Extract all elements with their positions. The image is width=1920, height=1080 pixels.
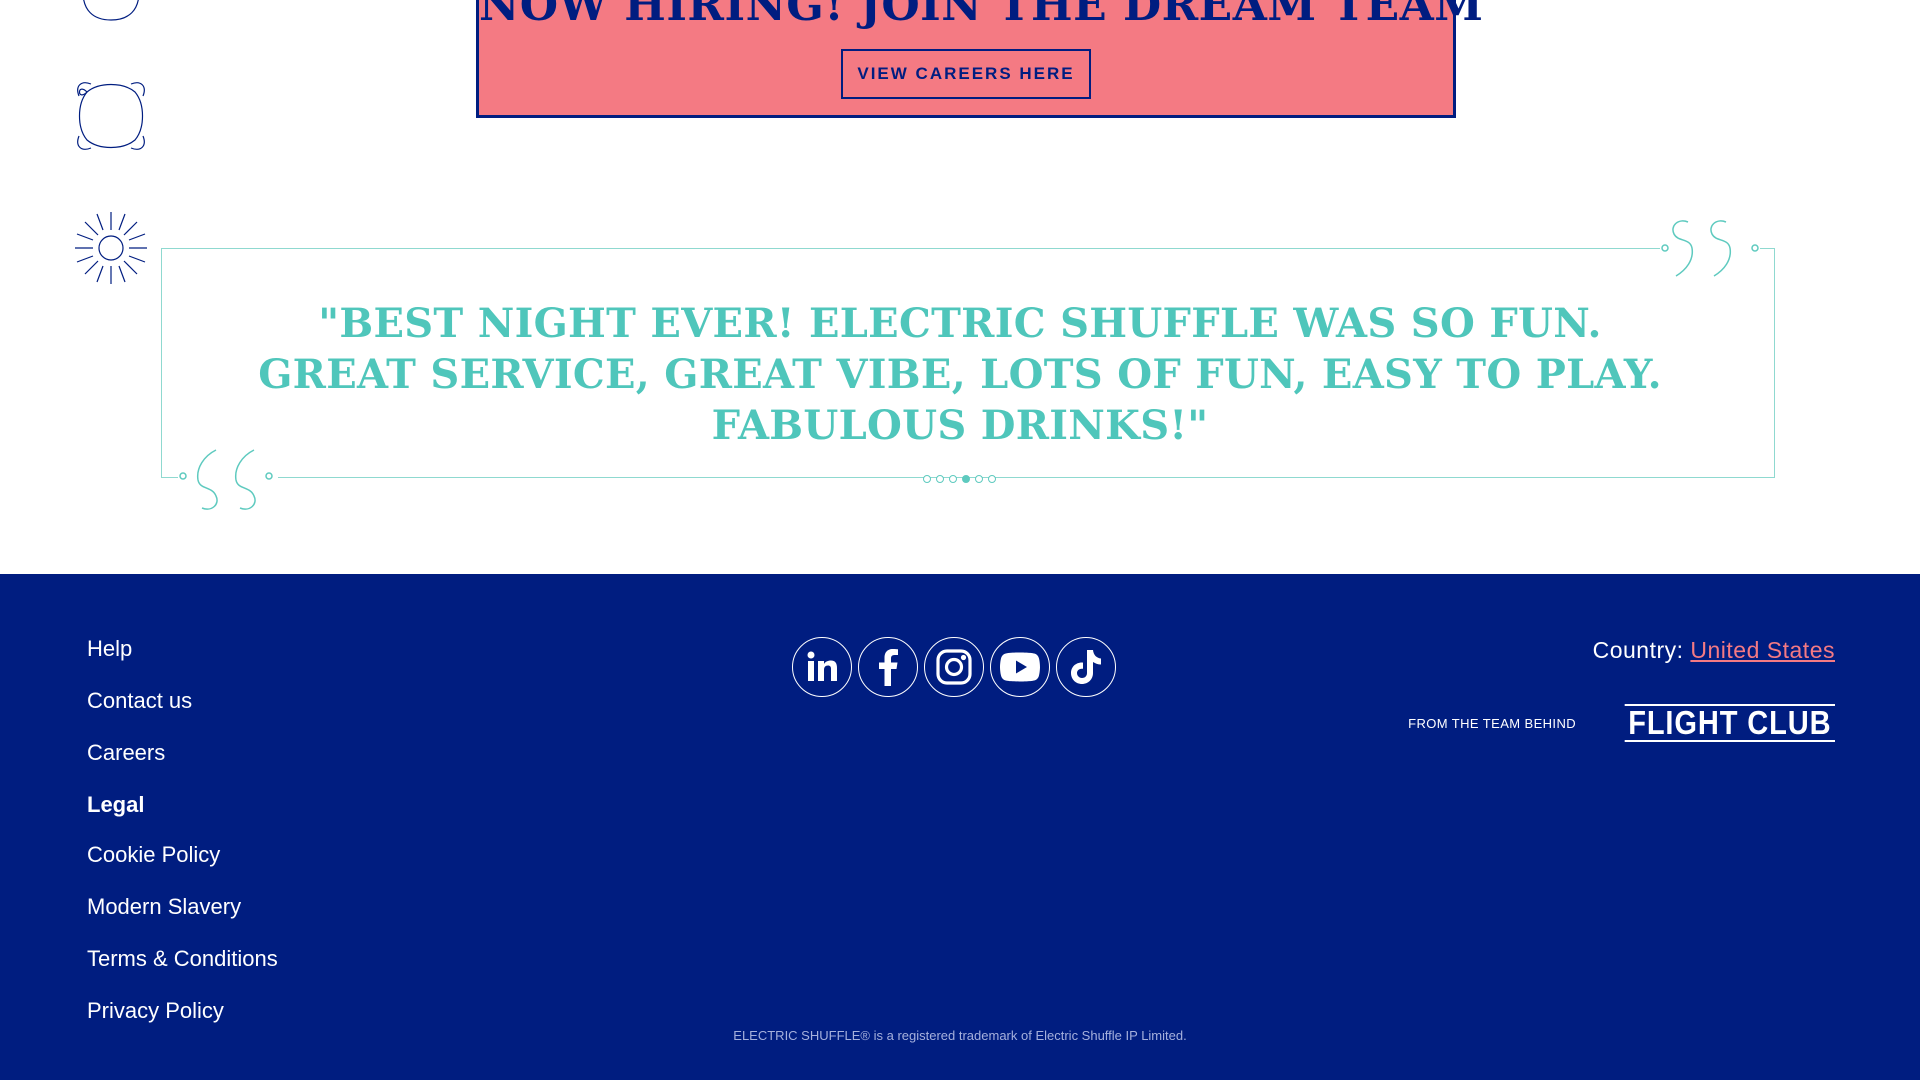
footer-link-careers[interactable]: Careers xyxy=(87,740,278,766)
flight-club-promo: FROM THE TEAM BEHIND FLIGHT CLUB xyxy=(1408,704,1835,742)
carousel-dot-3[interactable] xyxy=(949,475,957,483)
carousel-dot-5[interactable] xyxy=(975,475,983,483)
tiktok-icon[interactable] xyxy=(1056,637,1116,697)
carousel-dot-4[interactable] xyxy=(962,475,970,483)
footer-link-contact[interactable]: Contact us xyxy=(87,688,278,714)
social-links xyxy=(792,637,1116,697)
country-selector: Country: United States xyxy=(1593,637,1835,664)
hiring-title: NOW HIRING! JOIN THE DREAM TEAM xyxy=(479,0,1484,31)
footer-legal-heading: Legal xyxy=(87,792,145,817)
decorative-knot-icon-top xyxy=(73,0,149,30)
carousel-dot-2[interactable] xyxy=(936,475,944,483)
flight-club-logo[interactable]: FLIGHT CLUB xyxy=(1624,704,1835,742)
carousel-dot-1[interactable] xyxy=(923,475,931,483)
linkedin-icon[interactable] xyxy=(792,637,852,697)
view-careers-button[interactable]: VIEW CAREERS HERE xyxy=(841,49,1091,99)
carousel-dot-6[interactable] xyxy=(988,475,996,483)
youtube-icon[interactable] xyxy=(990,637,1050,697)
decorative-sun-icon xyxy=(73,210,149,286)
site-footer: Help Contact us Careers Legal Cookie Pol… xyxy=(0,574,1920,1080)
open-quote-icon xyxy=(178,446,278,516)
footer-link-cookie-policy[interactable]: Cookie Policy xyxy=(87,842,278,868)
decorative-knot-icon xyxy=(73,78,149,154)
footer-link-privacy[interactable]: Privacy Policy xyxy=(87,998,278,1024)
country-link[interactable]: United States xyxy=(1690,637,1835,663)
facebook-icon[interactable] xyxy=(858,637,918,697)
instagram-icon[interactable] xyxy=(924,637,984,697)
trademark-notice: ELECTRIC SHUFFLE® is a registered tradem… xyxy=(733,1028,1187,1043)
footer-link-modern-slavery[interactable]: Modern Slavery xyxy=(87,894,278,920)
footer-nav: Help Contact us Careers Legal Cookie Pol… xyxy=(87,636,278,1024)
carousel-pagination xyxy=(923,473,996,485)
close-quote-icon xyxy=(1660,214,1760,284)
hiring-banner: NOW HIRING! JOIN THE DREAM TEAM VIEW CAR… xyxy=(476,0,1484,118)
footer-link-help[interactable]: Help xyxy=(87,636,278,662)
from-team-label: FROM THE TEAM BEHIND xyxy=(1408,715,1577,731)
testimonial-quote: "BEST NIGHT EVER! ELECTRIC SHUFFLE WAS S… xyxy=(258,300,1662,449)
footer-link-terms[interactable]: Terms & Conditions xyxy=(87,946,278,972)
country-label: Country: xyxy=(1592,637,1684,663)
